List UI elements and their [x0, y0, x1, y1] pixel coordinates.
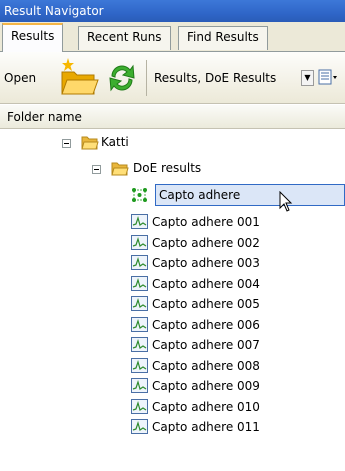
result-chart-icon [131, 419, 148, 437]
tab-results[interactable]: Results [2, 23, 64, 52]
tree-item-result[interactable]: Capto adhere 005 [152, 294, 260, 314]
window-title: Result Navigator [0, 0, 345, 22]
tree-item-result[interactable]: Capto adhere 010 [152, 397, 260, 417]
result-chart-icon [131, 378, 148, 396]
open-folder-icon[interactable] [56, 56, 100, 103]
result-tree: Katti DoE results Capto adhere Capto adh… [0, 129, 345, 471]
tree-item-result[interactable]: Capto adhere 011 [152, 417, 260, 437]
tab-strip: Results Recent Runs Find Results [0, 22, 345, 52]
column-header-folder-name[interactable]: Folder name [0, 105, 345, 129]
toolbar: Open Results, DoE Results ▼ [0, 52, 345, 104]
tree-item-result[interactable]: Capto adhere 009 [152, 376, 260, 396]
toolbar-separator [146, 60, 147, 96]
tree-item-result[interactable]: Capto adhere 004 [152, 274, 260, 294]
dropdown-arrow-icon[interactable]: ▼ [301, 70, 314, 86]
tab-recent-runs[interactable]: Recent Runs [78, 26, 171, 50]
collapse-toggle-doe-results[interactable] [92, 165, 101, 174]
mouse-cursor-icon [279, 190, 293, 216]
result-chart-icon [131, 214, 148, 232]
result-chart-icon [131, 337, 148, 355]
result-chart-icon [131, 358, 148, 376]
refresh-icon[interactable] [104, 60, 140, 99]
folder-icon [81, 135, 99, 153]
result-chart-icon [131, 235, 148, 253]
tab-find-results[interactable]: Find Results [178, 26, 268, 50]
tree-item-katti[interactable]: Katti [101, 132, 129, 152]
tree-item-result[interactable]: Capto adhere 001 [152, 212, 260, 232]
result-chart-icon [131, 399, 148, 417]
view-options-icon[interactable] [318, 69, 338, 87]
result-chart-icon [131, 255, 148, 273]
tree-item-result[interactable]: Capto adhere 007 [152, 335, 260, 355]
filter-label[interactable]: Results, DoE Results [154, 71, 276, 85]
tree-item-result[interactable]: Capto adhere 006 [152, 315, 260, 335]
collapse-toggle-katti[interactable] [62, 139, 71, 148]
result-chart-icon [131, 317, 148, 335]
result-chart-icon [131, 276, 148, 294]
open-label[interactable]: Open [4, 71, 36, 85]
tree-item-result[interactable]: Capto adhere 008 [152, 356, 260, 376]
doe-design-icon [131, 187, 149, 206]
tree-item-capto-adhere[interactable]: Capto adhere [159, 185, 240, 205]
tree-item-doe-results[interactable]: DoE results [133, 158, 201, 178]
tree-item-result[interactable]: Capto adhere 003 [152, 253, 260, 273]
result-chart-icon [131, 296, 148, 314]
tree-item-result[interactable]: Capto adhere 002 [152, 233, 260, 253]
folder-icon [111, 161, 129, 179]
